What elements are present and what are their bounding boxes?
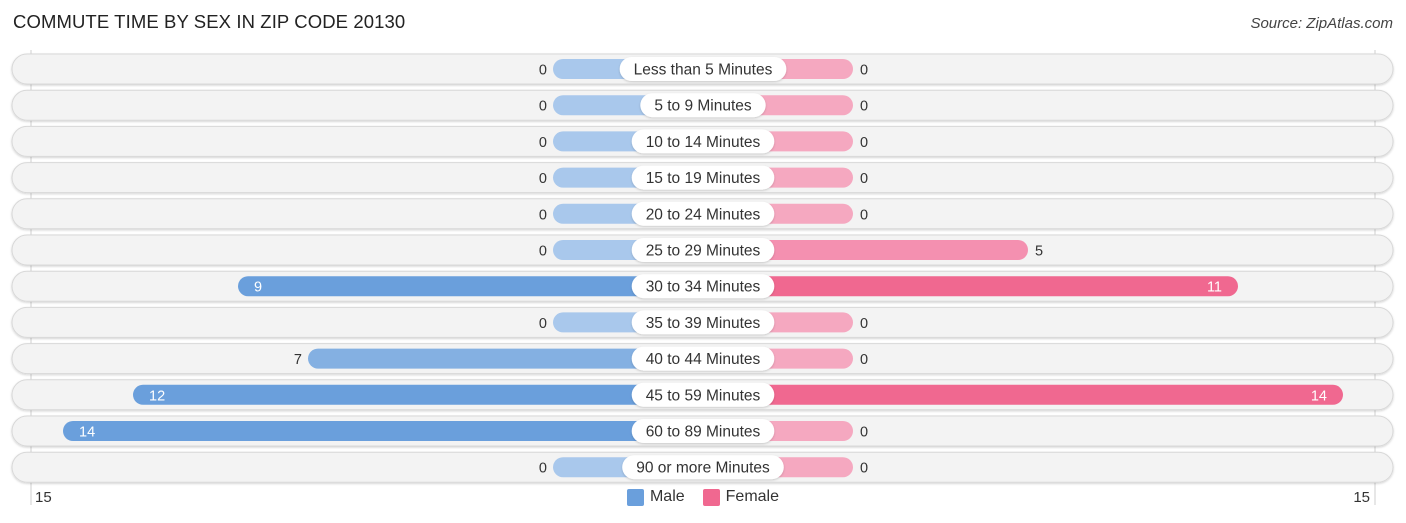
value-label-female: 0 [860,425,868,441]
category-label: 60 to 89 Minutes [646,424,761,441]
value-label-male: 9 [254,280,262,296]
value-label-female: 0 [860,63,868,79]
category-label: 15 to 19 Minutes [646,170,761,187]
bar-female [703,384,1343,405]
value-label-male: 0 [539,207,547,223]
value-label-female: 14 [1311,388,1327,404]
category-label: Less than 5 Minutes [634,62,773,79]
category-label: 30 to 34 Minutes [646,279,761,296]
value-label-male: 0 [539,461,547,477]
value-label-male: 7 [294,352,302,368]
value-label-male: 0 [539,244,547,260]
value-label-female: 0 [860,171,868,187]
legend-label-male: Male [649,488,685,505]
legend-item-male[interactable]: Male [626,488,685,506]
value-label-female: 0 [860,207,868,223]
category-label: 25 to 29 Minutes [646,243,761,260]
bar-female [703,276,1238,297]
value-label-female: 0 [860,352,868,368]
value-label-female: 0 [860,316,868,332]
value-label-female: 0 [860,461,868,477]
value-label-female: 0 [860,99,868,115]
category-label: 10 to 14 Minutes [646,134,761,151]
value-label-male: 12 [149,388,165,404]
legend-swatch-female [702,488,720,506]
category-label: 5 to 9 Minutes [654,98,752,115]
bar-male [133,384,703,405]
category-label: 20 to 24 Minutes [646,206,761,223]
value-label-male: 0 [539,63,547,79]
legend: Male Female [0,488,1406,506]
value-label-male: 0 [539,171,547,187]
value-label-female: 0 [860,135,868,151]
legend-swatch-male [626,488,644,506]
category-label: 35 to 39 Minutes [646,315,761,332]
legend-label-female: Female [725,488,780,505]
value-label-male: 0 [539,316,547,332]
category-label: 40 to 44 Minutes [646,351,761,368]
category-label: 90 or more Minutes [636,460,770,477]
value-label-male: 14 [79,425,95,441]
legend-item-female[interactable]: Female [702,488,780,506]
category-label: 45 to 59 Minutes [646,387,761,404]
bar-male [63,421,703,441]
value-label-female: 5 [1035,244,1043,260]
value-label-male: 0 [539,135,547,151]
value-label-female: 11 [1207,280,1222,296]
value-label-male: 0 [539,99,547,115]
chart-area: 0 0 Less than 5 Minutes 0 0 5 to 9 Minutes 0 0 1… [11,50,1394,505]
